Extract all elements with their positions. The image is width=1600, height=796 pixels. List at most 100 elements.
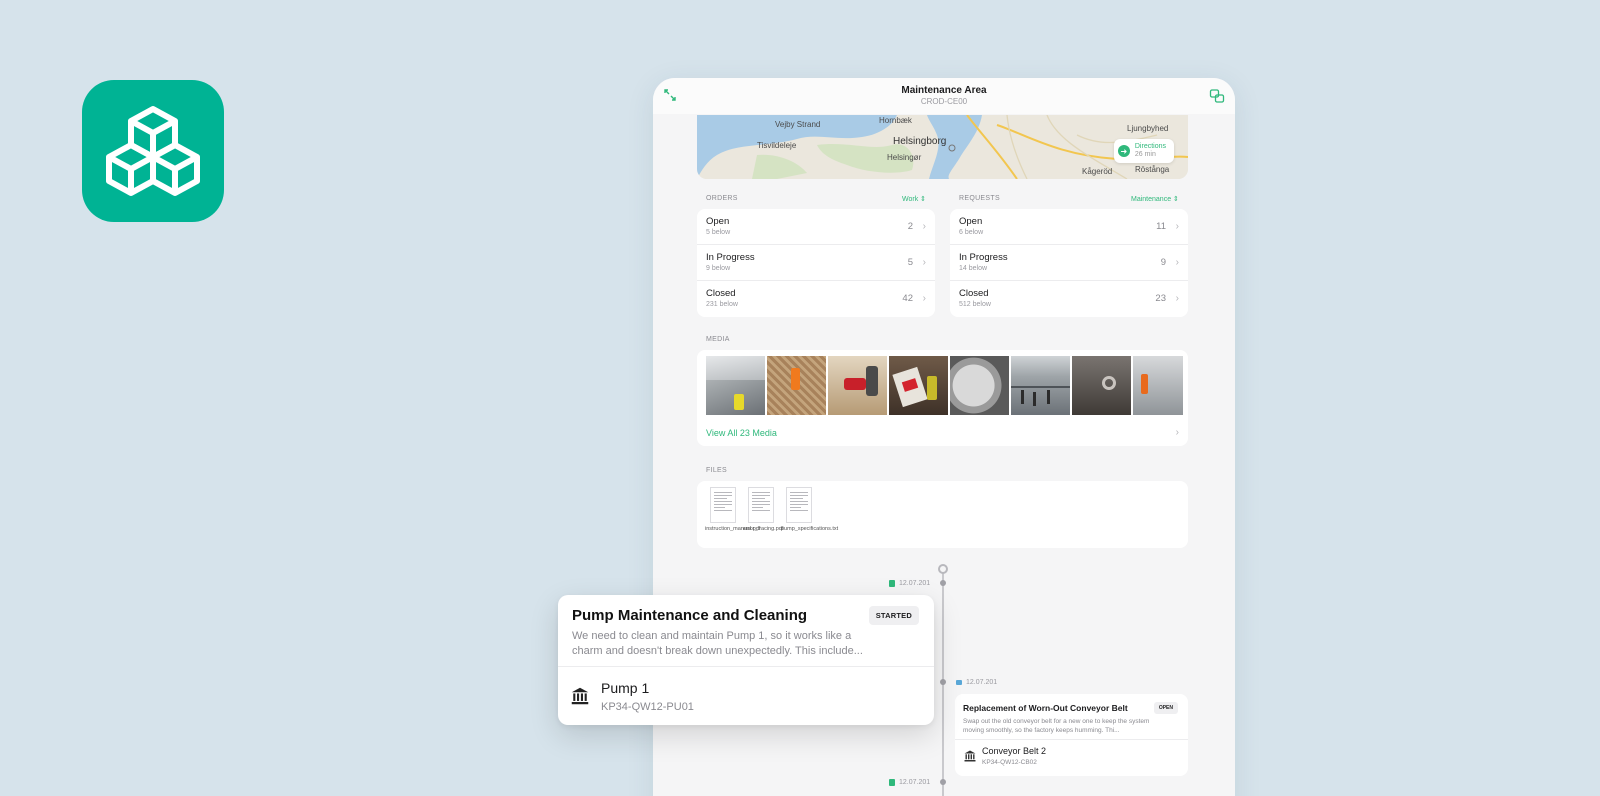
- media-thumbnail[interactable]: [889, 356, 948, 415]
- media-thumbnail[interactable]: [1072, 356, 1131, 415]
- directions-time: 26 min: [1134, 151, 1156, 158]
- requests-row-closed[interactable]: Closed 512 below 23 ›: [950, 281, 1188, 317]
- requests-row-open[interactable]: Open 6 below 11 ›: [950, 209, 1188, 245]
- location-map[interactable]: Vejby Strand Hornbæk Helsingborg Tisvild…: [697, 115, 1188, 179]
- chevron-right-icon: ›: [922, 221, 926, 232]
- media-thumbnail[interactable]: [950, 356, 1009, 415]
- timeline-date-text: 12.07.201: [899, 580, 931, 587]
- orders-row-open[interactable]: Open 5 below 2 ›: [697, 209, 935, 245]
- chevron-right-icon: ›: [922, 257, 926, 268]
- document-icon: [710, 487, 736, 523]
- navigation-bar: Maintenance Area CROD-CE00: [653, 78, 1235, 114]
- row-sub: 231 below: [706, 301, 738, 308]
- directions-icon: ➜: [1117, 145, 1130, 157]
- map-label: Ljungbyhed: [1127, 124, 1169, 133]
- requests-section-title: REQUESTS: [959, 195, 1000, 202]
- status-badge: STARTED: [868, 606, 919, 625]
- view-all-media-link[interactable]: View All 23 Media: [706, 428, 777, 438]
- requests-row-in-progress[interactable]: In Progress 14 below 9 ›: [950, 245, 1188, 281]
- expand-icon[interactable]: [663, 88, 677, 102]
- divider: [955, 739, 1188, 740]
- media-strip[interactable]: [706, 356, 1188, 415]
- timeline-date-text: 12.07.201: [966, 679, 998, 686]
- file-name: instruction_manual.pdf: [705, 526, 761, 532]
- split-view-icon[interactable]: [1209, 88, 1225, 104]
- row-sub: 512 below: [959, 301, 991, 308]
- row-label: In Progress: [959, 252, 1008, 263]
- timeline-date-text: 12.07.201: [899, 779, 931, 786]
- row-sub: 6 below: [959, 229, 984, 236]
- asset-name: Conveyor Belt 2: [982, 746, 1047, 756]
- file-item[interactable]: error_tracing.pdf: [743, 487, 783, 533]
- document-icon: [786, 487, 812, 523]
- map-label: Kågeröd: [1082, 167, 1113, 176]
- orders-row-in-progress[interactable]: In Progress 9 below 5 ›: [697, 245, 935, 281]
- timeline-date: 12.07.201: [889, 580, 930, 587]
- divider: [558, 666, 934, 667]
- row-count: 5: [907, 257, 913, 268]
- row-count: 2: [907, 221, 913, 232]
- row-label: Closed: [959, 288, 989, 299]
- chevron-right-icon: ›: [1175, 293, 1179, 304]
- row-label: Open: [959, 216, 983, 227]
- media-thumbnail[interactable]: [767, 356, 826, 415]
- card-title: Replacement of Worn-Out Conveyor Belt: [963, 703, 1128, 713]
- featured-work-order-card[interactable]: Pump Maintenance and Cleaning STARTED We…: [558, 595, 934, 725]
- directions-button[interactable]: ➜ Directions 26 min: [1113, 139, 1174, 163]
- orders-filter-label: Work: [902, 196, 919, 203]
- card-description: We need to clean and maintain Pump 1, so…: [572, 630, 863, 657]
- row-count: 42: [902, 293, 913, 304]
- media-card: View All 23 Media ›: [697, 350, 1188, 446]
- timeline-dot: [940, 580, 946, 586]
- map-label: Röstånga: [1135, 165, 1170, 174]
- card-title: Pump Maintenance and Cleaning: [572, 607, 808, 624]
- row-label: Closed: [706, 288, 736, 299]
- file-item[interactable]: instruction_manual.pdf: [705, 487, 761, 533]
- orders-section-title: ORDERS: [706, 195, 738, 202]
- row-count: 11: [1156, 221, 1166, 232]
- media-thumbnail[interactable]: [1133, 356, 1183, 415]
- requests-card: Open 6 below 11 › In Progress 14 below 9…: [950, 209, 1188, 317]
- orders-card: Open 5 below 2 › In Progress 9 below 5 ›…: [697, 209, 935, 317]
- map-label: Tisvildeleje: [757, 141, 797, 150]
- document-icon: [889, 779, 895, 786]
- row-label: Open: [706, 216, 730, 227]
- chevron-updown-icon: ⇕: [920, 196, 927, 203]
- media-thumbnail[interactable]: [706, 356, 765, 415]
- directions-label: Directions: [1134, 142, 1166, 150]
- files-section-title: FILES: [706, 467, 727, 474]
- chevron-updown-icon: ⇕: [1173, 196, 1179, 203]
- media-thumbnail[interactable]: [1011, 356, 1070, 415]
- chevron-right-icon: ›: [922, 293, 926, 304]
- card-description: Swap out the old conveyor belt for a new…: [963, 718, 1150, 734]
- building-icon: [964, 750, 976, 762]
- orders-filter-button[interactable]: Work ⇕: [902, 195, 926, 203]
- map-label: Helsingborg: [893, 136, 947, 147]
- chevron-right-icon: ›: [1175, 257, 1179, 268]
- requests-filter-button[interactable]: Maintenance ⇕: [1131, 195, 1179, 203]
- chevron-right-icon: ›: [1175, 221, 1179, 232]
- document-icon: [748, 487, 774, 523]
- orders-row-closed[interactable]: Closed 231 below 42 ›: [697, 281, 935, 317]
- asset-name: Pump 1: [601, 680, 650, 696]
- row-sub: 14 below: [959, 265, 988, 272]
- timeline-start-marker: [938, 564, 948, 574]
- map-label: Helsingør: [887, 153, 922, 162]
- row-count: 9: [1160, 257, 1166, 268]
- media-thumbnail[interactable]: [828, 356, 887, 415]
- cubes-icon: [106, 106, 200, 196]
- work-order-card[interactable]: Replacement of Worn-Out Conveyor Belt OP…: [955, 694, 1188, 776]
- chevron-right-icon: ›: [1175, 427, 1179, 438]
- app-logo: [82, 80, 224, 222]
- timeline-dot: [940, 679, 946, 685]
- timeline-date: 12.07.201: [889, 779, 930, 786]
- asset-id: KP34-QW12-PU01: [601, 701, 694, 713]
- row-count: 23: [1155, 293, 1166, 304]
- page-title: Maintenance Area: [901, 85, 987, 96]
- mail-icon: [956, 680, 962, 685]
- file-item[interactable]: pump_specifications.txt: [781, 487, 839, 533]
- row-sub: 5 below: [706, 229, 731, 236]
- timeline-dot: [940, 779, 946, 785]
- asset-id: KP34-QW12-CB02: [982, 759, 1037, 766]
- file-name: pump_specifications.txt: [781, 526, 839, 532]
